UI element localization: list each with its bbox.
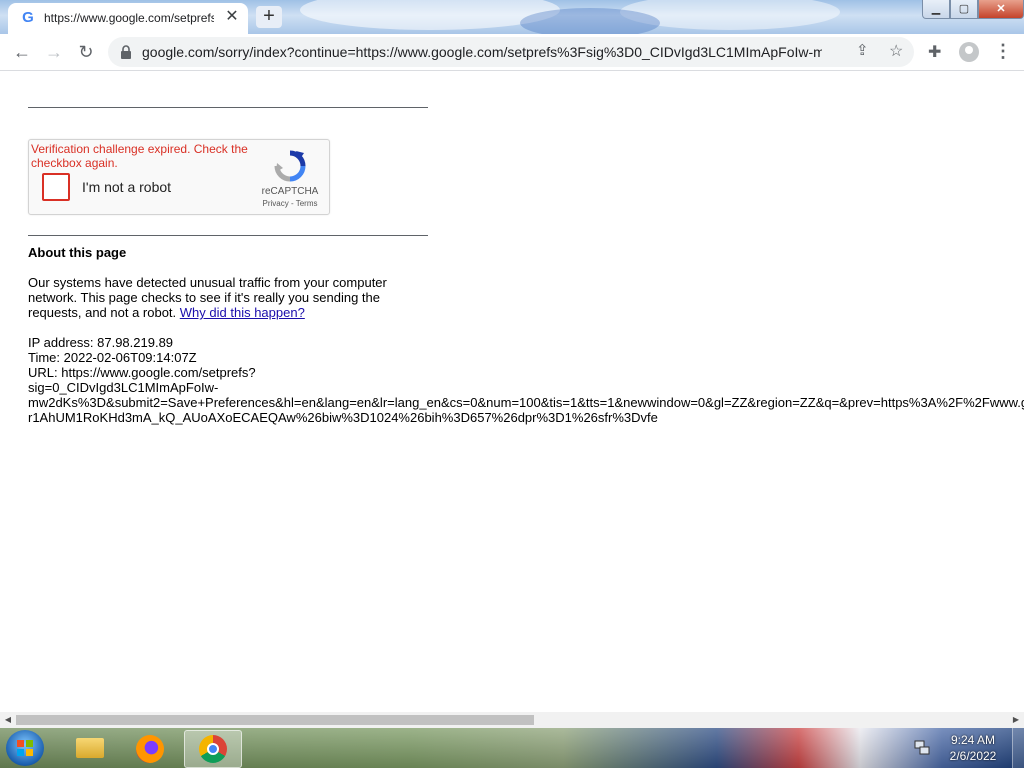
recaptcha-logo-icon [274, 150, 306, 182]
captcha-error-text: Verification challenge expired. Check th… [31, 142, 248, 170]
captcha-checkbox[interactable] [42, 173, 70, 201]
recaptcha-links[interactable]: Privacy - Terms [255, 199, 325, 208]
divider [28, 107, 428, 108]
scroll-right-icon[interactable]: ▶ [1010, 714, 1022, 726]
request-info: IP address: 87.98.219.89 Time: 2022-02-0… [28, 335, 1024, 425]
chrome-icon [199, 735, 227, 763]
firefox-taskbar-button[interactable] [122, 730, 178, 766]
firefox-icon [136, 735, 164, 763]
request-time: Time: 2022-02-06T09:14:07Z [28, 350, 197, 365]
why-link[interactable]: Why did this happen? [180, 305, 305, 320]
divider [28, 235, 428, 236]
star-icon[interactable]: ☆ [889, 41, 903, 61]
browser-toolbar: ← → ↻ google.com/sorry/index?continue=ht… [0, 34, 1024, 71]
minimize-button[interactable]: ▁ [922, 0, 950, 19]
windows-logo-icon [17, 740, 33, 756]
about-paragraph: Our systems have detected unusual traffi… [28, 275, 408, 320]
system-clock[interactable]: 9:24 AM 2/6/2022 [940, 732, 1006, 764]
folder-icon [76, 738, 104, 758]
google-favicon-icon: G [22, 9, 34, 26]
start-button[interactable] [6, 730, 44, 766]
new-tab-button[interactable]: + [256, 6, 282, 28]
request-url-line: sig=0_CIDvIgd3LC1MImApFoIw- [28, 380, 219, 395]
browser-tab[interactable]: G https://www.google.com/setprefs ✕ [8, 3, 248, 34]
request-url-line: URL: https://www.google.com/setprefs? [28, 365, 256, 380]
tab-close-icon[interactable]: ✕ [223, 8, 241, 26]
url-text[interactable]: google.com/sorry/index?continue=https://… [142, 44, 822, 60]
captcha-label: I'm not a robot [82, 179, 172, 195]
menu-icon[interactable]: ⋮ [994, 41, 1012, 62]
forward-icon[interactable]: → [43, 41, 65, 63]
lock-icon[interactable] [118, 44, 134, 60]
address-bar[interactable]: google.com/sorry/index?continue=https://… [108, 37, 914, 67]
horizontal-scrollbar[interactable]: ◀ ▶ [0, 712, 1024, 728]
recaptcha-brand: reCAPTCHA [261, 186, 319, 197]
ip-address: IP address: 87.98.219.89 [28, 335, 174, 350]
title-bar: G https://www.google.com/setprefs ✕ + ▁ … [0, 0, 1024, 34]
wallpaper-cloud [520, 8, 660, 34]
scroll-left-icon[interactable]: ◀ [2, 714, 14, 726]
recaptcha-widget: Verification challenge expired. Check th… [28, 139, 330, 215]
clock-date: 2/6/2022 [949, 749, 997, 763]
close-button[interactable]: ✕ [978, 0, 1024, 19]
maximize-button[interactable]: ▢ [950, 0, 978, 19]
show-desktop-button[interactable] [1012, 728, 1024, 768]
window-controls: ▁ ▢ ✕ [922, 0, 1024, 20]
taskbar: 9:24 AM 2/6/2022 [0, 728, 1024, 768]
request-url-line: mw2dKs%3D&submit2=Save+Preferences&hl=en… [28, 395, 1024, 410]
chrome-taskbar-button[interactable] [184, 730, 242, 768]
about-heading: About this page [28, 245, 127, 260]
back-icon[interactable]: ← [11, 41, 33, 63]
request-url-line: r1AhUM1RoKHd3mA_kQ_AUoAXoECAEQAw%26biw%3… [28, 410, 658, 425]
tab-title: https://www.google.com/setprefs [44, 11, 214, 25]
network-icon[interactable] [914, 739, 930, 755]
explorer-taskbar-button[interactable] [60, 730, 116, 766]
scrollbar-thumb[interactable] [16, 715, 534, 725]
profile-icon[interactable] [959, 42, 979, 62]
page-content: Verification challenge expired. Check th… [0, 71, 1024, 712]
extensions-icon[interactable]: ✚ [928, 42, 941, 62]
reload-icon[interactable]: ↻ [75, 41, 97, 63]
share-icon[interactable]: ⇪ [856, 41, 869, 59]
clock-time: 9:24 AM [950, 733, 996, 747]
